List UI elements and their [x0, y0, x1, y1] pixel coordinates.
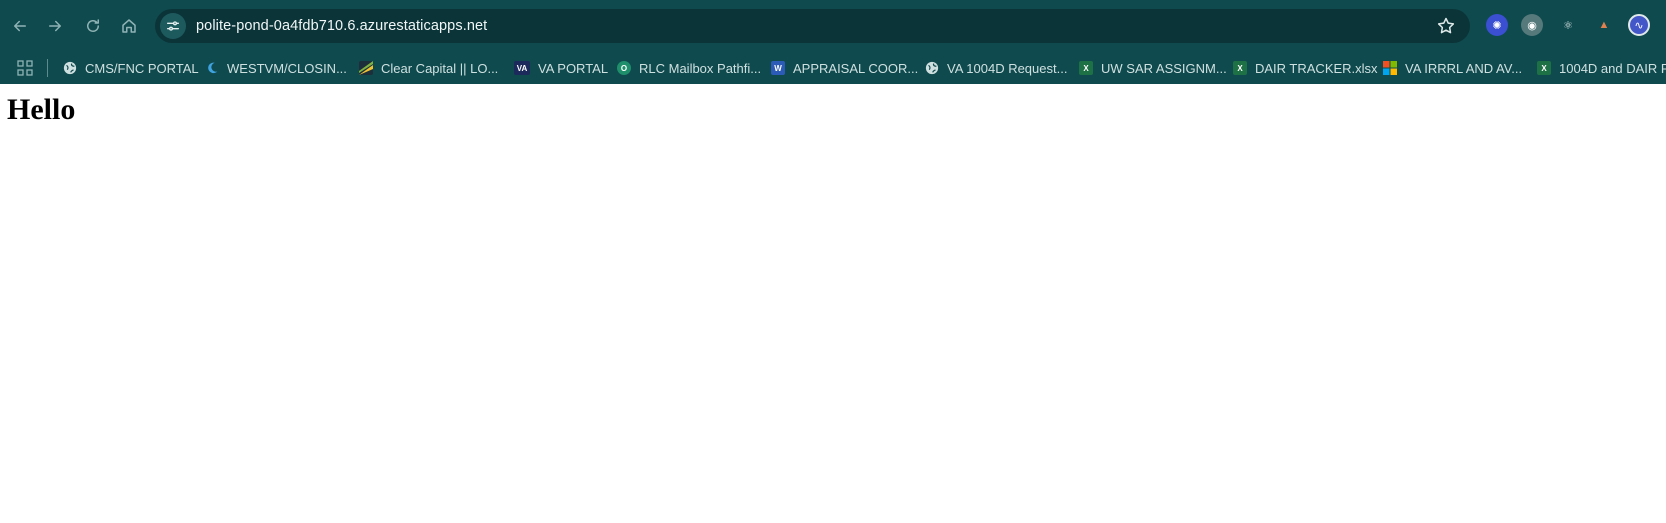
bookmark-item[interactable]: CMS/FNC PORTAL — [63, 52, 199, 84]
bookmark-item[interactable]: X DAIR TRACKER.xlsx — [1233, 52, 1378, 84]
bookmarks-bar: CMS/FNC PORTAL WESTVM/CLOSIN... Clear Ca… — [0, 52, 1666, 84]
bookmark-item[interactable]: X UW SAR ASSIGNM... — [1079, 52, 1227, 84]
bookmark-star-icon[interactable] — [1436, 16, 1456, 36]
address-bar[interactable]: polite-pond-0a4fdb710.6.azurestaticapps.… — [155, 9, 1470, 43]
profile-avatar-icon[interactable]: ∿ — [1628, 14, 1650, 36]
browser-chrome: polite-pond-0a4fdb710.6.azurestaticapps.… — [0, 0, 1666, 84]
bookmark-item[interactable]: W APPRAISAL COOR... — [771, 52, 918, 84]
microsoft-icon — [1383, 61, 1397, 75]
bookmark-label: VA 1004D Request... — [947, 60, 1068, 76]
url-text[interactable]: polite-pond-0a4fdb710.6.azurestaticapps.… — [196, 18, 487, 34]
excel-icon: X — [1079, 61, 1093, 75]
bookmark-label: Clear Capital || LO... — [381, 60, 499, 76]
excel-icon: X — [1233, 61, 1247, 75]
globe-icon — [63, 61, 77, 75]
bookmark-label: DAIR TRACKER.xlsx — [1255, 60, 1378, 76]
moon-icon — [205, 61, 219, 75]
word-icon: W — [771, 61, 785, 75]
bookmarks-divider — [47, 59, 48, 77]
owl-extension-icon[interactable]: ◉ — [1521, 14, 1543, 36]
globe-icon — [925, 61, 939, 75]
bookmark-label: VA PORTAL — [538, 60, 609, 76]
bookmark-item[interactable]: VA IRRRL AND AV... — [1383, 52, 1522, 84]
va-icon: VA — [514, 61, 530, 75]
bookmark-label: UW SAR ASSIGNM... — [1101, 60, 1227, 76]
bookmark-label: VA IRRRL AND AV... — [1405, 60, 1523, 76]
bookmark-label: 1004D and DAIR P... — [1559, 60, 1666, 76]
bookmark-item[interactable]: X 1004D and DAIR P... — [1537, 52, 1666, 84]
bookmark-item[interactable]: WESTVM/CLOSIN... — [205, 52, 347, 84]
bookmark-label: WESTVM/CLOSIN... — [227, 60, 347, 76]
home-icon[interactable] — [116, 13, 142, 39]
react-extension-icon[interactable]: ⚛ — [1557, 14, 1579, 36]
bookmark-label: RLC Mailbox Pathfi... — [639, 60, 762, 76]
forward-icon[interactable] — [42, 13, 68, 39]
reload-icon[interactable] — [80, 13, 106, 39]
outlook-icon: O — [617, 61, 631, 75]
site-settings-icon[interactable] — [160, 13, 186, 39]
bookmark-item[interactable]: VA VA PORTAL — [514, 52, 608, 84]
pen-extension-icon[interactable]: ▲ — [1593, 14, 1615, 36]
page-heading: Hello — [7, 93, 76, 126]
bookmark-item[interactable]: Clear Capital || LO... — [359, 52, 498, 84]
bookmark-item[interactable]: VA 1004D Request... — [925, 52, 1067, 84]
apps-grid-icon[interactable] — [17, 60, 33, 76]
page-content: Hello — [0, 93, 1666, 127]
bookmark-label: APPRAISAL COOR... — [793, 60, 919, 76]
back-icon[interactable] — [7, 13, 33, 39]
gear-extension-icon[interactable]: ✺ — [1486, 14, 1508, 36]
browser-toolbar: polite-pond-0a4fdb710.6.azurestaticapps.… — [0, 0, 1666, 52]
bookmark-item[interactable]: O RLC Mailbox Pathfi... — [617, 52, 761, 84]
clear-capital-icon — [359, 61, 373, 75]
bookmark-label: CMS/FNC PORTAL — [85, 60, 199, 76]
excel-icon: X — [1537, 61, 1551, 75]
